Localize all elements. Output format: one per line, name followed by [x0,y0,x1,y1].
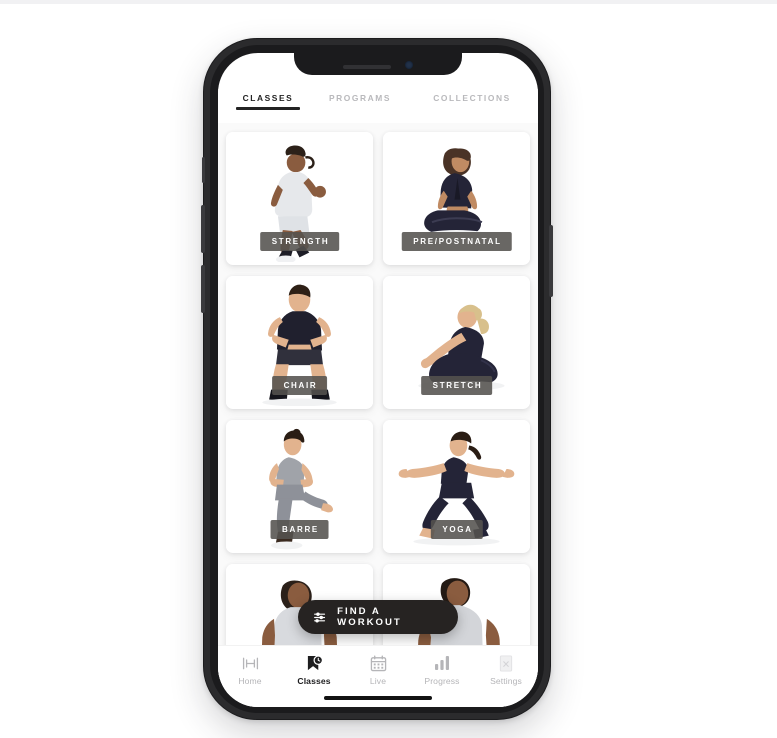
find-a-workout-label: FIND A WORKOUT [337,606,402,628]
nav-label-live: Live [369,676,387,686]
nav-label-progress: Progress [424,676,460,686]
calendar-icon [370,654,387,672]
phone-device-frame: CLASSES PROGRAMS COLLECTIONS STRENGTH PR… [201,38,553,720]
category-card-yoga[interactable]: YOGA [383,420,530,553]
find-a-workout-button[interactable]: FIND A WORKOUT [298,600,458,634]
page-root: CLASSES PROGRAMS COLLECTIONS STRENGTH PR… [0,0,777,738]
category-card-strength[interactable]: STRENGTH [226,132,373,265]
phone-screen: CLASSES PROGRAMS COLLECTIONS STRENGTH PR… [218,53,538,707]
front-camera-icon [405,61,413,69]
nav-label-home: Home [238,676,262,686]
category-label-chair: CHAIR [271,376,328,395]
tab-collections[interactable]: COLLECTIONS [414,89,530,103]
category-label-barre: BARRE [270,520,329,539]
top-tab-bar: CLASSES PROGRAMS COLLECTIONS [218,89,538,123]
dumbbell-icon [241,654,260,672]
nav-item-live[interactable]: Live [346,654,410,686]
category-label-strength: STRENGTH [259,232,340,251]
category-card-barre[interactable]: BARRE [226,420,373,553]
speaker-slit-icon [343,65,391,69]
volume-down-button[interactable] [201,265,205,313]
category-card-stretch[interactable]: STRETCH [383,276,530,409]
tab-programs[interactable]: PROGRAMS [306,89,414,103]
silent-switch-button[interactable] [202,157,205,183]
category-label-stretch: STRETCH [420,376,493,395]
nav-label-settings: Settings [490,676,522,686]
category-label-prenatal: PRE/POSTNATAL [401,232,512,251]
bar-chart-icon [434,654,450,672]
nav-label-classes: Classes [297,676,331,686]
category-label-yoga: YOGA [430,520,483,539]
nav-item-classes[interactable]: Classes [282,654,346,686]
device-notch [294,53,462,75]
sliders-filter-icon [314,611,326,623]
power-button[interactable] [549,225,553,297]
volume-up-button[interactable] [201,205,205,253]
category-card-chair[interactable]: CHAIR [226,276,373,409]
bookmark-clock-icon [306,654,323,672]
nav-item-settings[interactable]: Settings [474,654,538,686]
tab-classes[interactable]: CLASSES [230,89,306,110]
category-card-prenatal[interactable]: PRE/POSTNATAL [383,132,530,265]
nav-item-progress[interactable]: Progress [410,654,474,686]
nav-item-home[interactable]: Home [218,654,282,686]
placeholder-image-icon [499,654,513,672]
top-edge-strip [0,0,777,4]
home-indicator[interactable] [324,696,432,700]
